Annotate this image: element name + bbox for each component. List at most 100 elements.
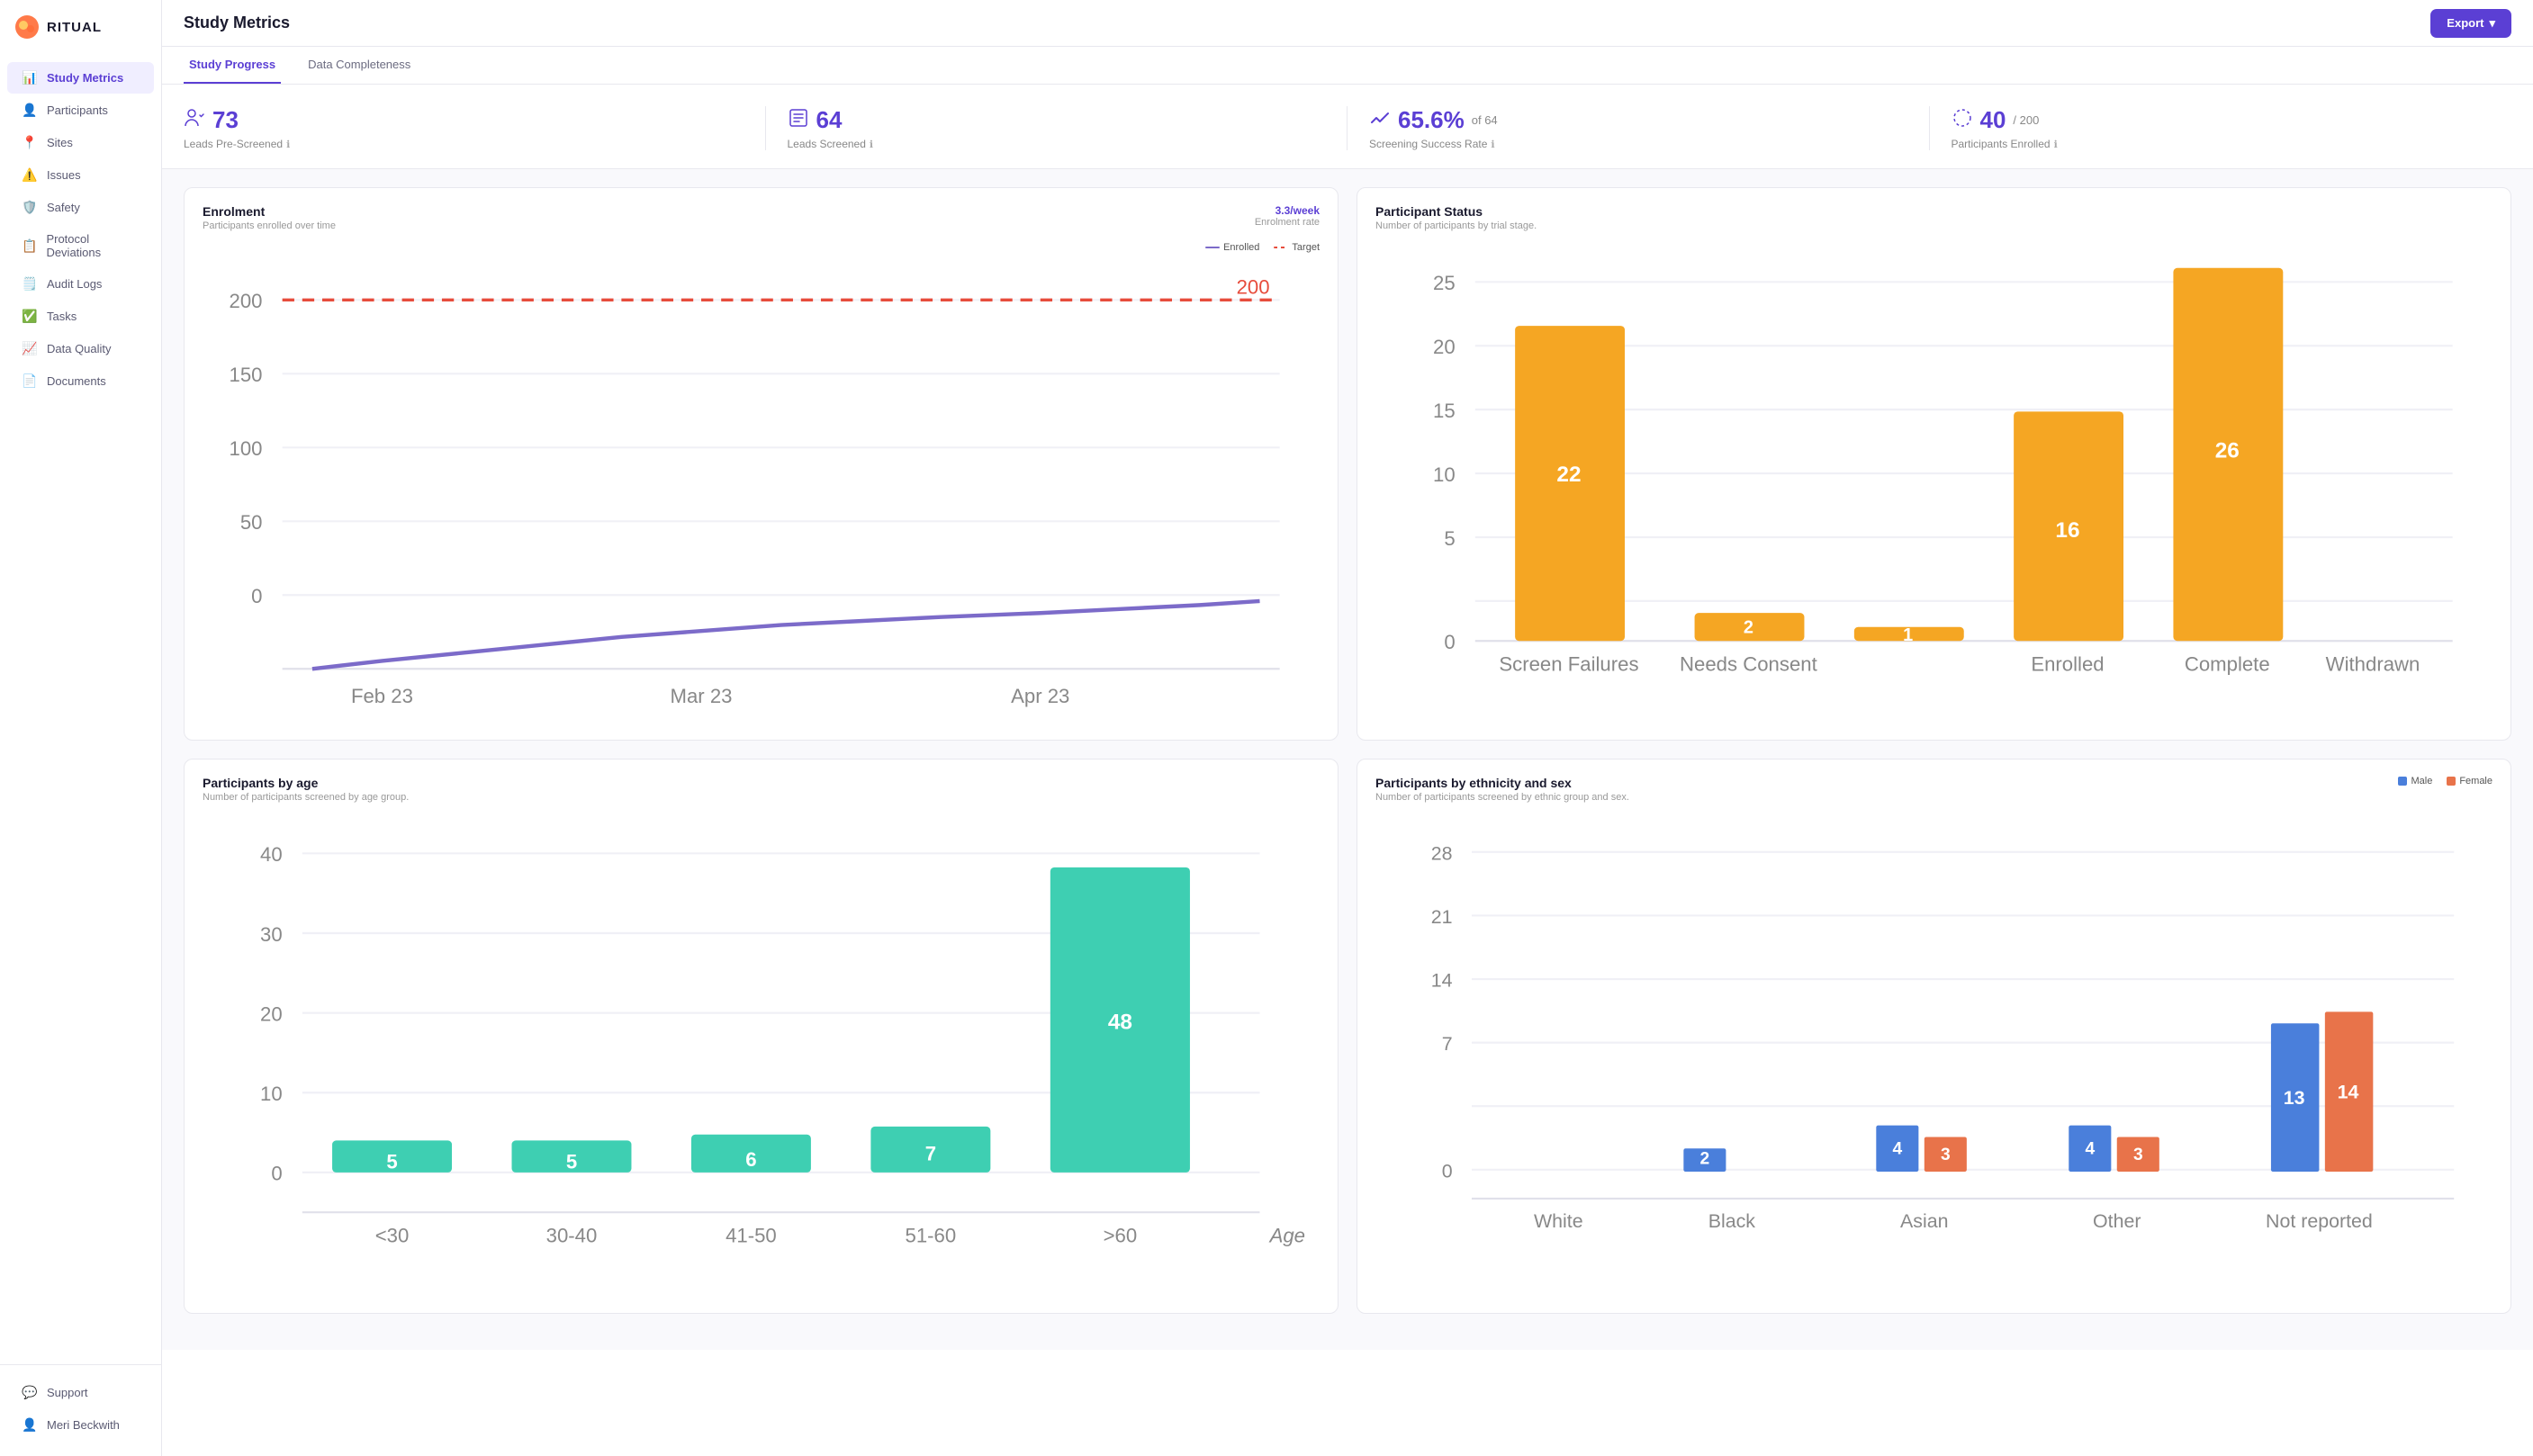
enrolment-rate-label: Enrolment rate [1255, 217, 1320, 228]
svg-text:Mar 23: Mar 23 [671, 685, 733, 707]
sidebar-item-label: Protocol Deviations [46, 232, 140, 259]
logo-area: RITUAL [0, 0, 161, 58]
screened-icon [788, 107, 809, 133]
export-button[interactable]: Export ▾ [2430, 9, 2511, 38]
enrolled-legend-dot [1205, 247, 1220, 248]
svg-text:Screen Failures: Screen Failures [1499, 652, 1638, 675]
tab-data-completeness[interactable]: Data Completeness [302, 47, 416, 84]
svg-text:>60: >60 [1104, 1224, 1138, 1246]
prescreened-info-icon: ℹ [286, 139, 290, 150]
enrolled-label: Participants Enrolled [1952, 138, 2051, 150]
data-quality-icon: 📈 [22, 341, 38, 356]
svg-text:20: 20 [1433, 336, 1456, 358]
svg-text:1: 1 [1903, 625, 1913, 645]
svg-text:30-40: 30-40 [546, 1224, 598, 1246]
issues-icon: ⚠️ [22, 167, 38, 183]
export-chevron-icon: ▾ [2489, 16, 2495, 31]
svg-text:50: 50 [240, 511, 263, 534]
sidebar-item-audit-logs[interactable]: 🗒️ Audit Logs [7, 268, 154, 300]
svg-text:7: 7 [925, 1142, 936, 1164]
svg-text:51-60: 51-60 [906, 1224, 957, 1246]
svg-text:3: 3 [2133, 1146, 2143, 1164]
export-label: Export [2447, 16, 2483, 30]
screened-value: 64 [816, 106, 843, 134]
age-chart-subtitle: Number of participants screened by age g… [203, 792, 1320, 803]
metric-leads-screened: 64 Leads Screened ℹ [766, 106, 1348, 150]
sidebar-footer: 💬 Support 👤 Meri Beckwith [0, 1364, 161, 1456]
sidebar-item-tasks[interactable]: ✅ Tasks [7, 301, 154, 332]
legend-female: Female [2447, 776, 2492, 786]
svg-text:4: 4 [2085, 1139, 2095, 1158]
ethnicity-chart-card: Participants by ethnicity and sex Number… [1357, 759, 2511, 1314]
sidebar-item-issues[interactable]: ⚠️ Issues [7, 159, 154, 191]
sidebar-item-user[interactable]: 👤 Meri Beckwith [7, 1409, 154, 1441]
prescreened-value: 73 [212, 106, 239, 134]
svg-text:0: 0 [1444, 631, 1455, 653]
sidebar-item-support[interactable]: 💬 Support [7, 1377, 154, 1408]
age-chart-title: Participants by age [203, 776, 1320, 790]
enrolment-chart-subtitle: Participants enrolled over time [203, 220, 336, 231]
svg-text:3: 3 [1941, 1146, 1951, 1164]
ethnicity-chart-subtitle: Number of participants screened by ethni… [1375, 792, 1629, 803]
metric-participants-enrolled: 40 / 200 Participants Enrolled ℹ [1930, 106, 2512, 150]
ritual-logo-icon [14, 14, 40, 40]
male-legend-dot [2398, 777, 2407, 786]
svg-text:Age: Age [1268, 1224, 1305, 1246]
svg-text:Complete: Complete [2185, 652, 2270, 675]
svg-text:5: 5 [1444, 527, 1455, 550]
ethnicity-chart-header: Participants by ethnicity and sex Number… [1375, 776, 2492, 803]
prescreened-label: Leads Pre-Screened [184, 138, 283, 150]
sidebar-item-safety[interactable]: 🛡️ Safety [7, 192, 154, 223]
svg-text:Enrolled: Enrolled [2031, 652, 2104, 675]
enrolment-rate-value: 3.3/week [1255, 204, 1320, 217]
svg-text:7: 7 [1442, 1033, 1453, 1055]
logo-text: RITUAL [47, 20, 102, 35]
metric-leads-prescreened: 73 Leads Pre-Screened ℹ [184, 106, 766, 150]
sidebar-item-protocol-deviations[interactable]: 📋 Protocol Deviations [7, 224, 154, 267]
svg-text:5: 5 [386, 1150, 397, 1173]
sidebar-item-label: Safety [47, 201, 80, 214]
svg-text:200: 200 [1237, 276, 1270, 299]
sidebar-item-study-metrics[interactable]: 📊 Study Metrics [7, 62, 154, 94]
sidebar-item-label: Audit Logs [47, 277, 102, 291]
sidebar-item-documents[interactable]: 📄 Documents [7, 365, 154, 397]
support-icon: 💬 [22, 1385, 38, 1400]
svg-text:13: 13 [2284, 1087, 2305, 1109]
svg-text:0: 0 [1442, 1160, 1453, 1182]
svg-text:16: 16 [2055, 518, 2079, 543]
charts-area: Enrolment Participants enrolled over tim… [162, 169, 2533, 1350]
tab-study-progress[interactable]: Study Progress [184, 47, 281, 84]
sidebar-item-sites[interactable]: 📍 Sites [7, 127, 154, 158]
svg-text:Other: Other [2093, 1210, 2141, 1232]
svg-text:4: 4 [1892, 1139, 1902, 1158]
svg-text:Black: Black [1708, 1210, 1756, 1232]
female-legend-label: Female [2459, 776, 2492, 786]
svg-text:Needs Consent: Needs Consent [1680, 652, 1817, 675]
svg-text:40: 40 [260, 843, 283, 866]
sidebar-item-data-quality[interactable]: 📈 Data Quality [7, 333, 154, 364]
ethnicity-legend: Male Female [2398, 776, 2492, 786]
safety-icon: 🛡️ [22, 200, 38, 215]
ethnicity-chart-svg: 28 21 14 7 0 White 2 Black [1375, 813, 2492, 1276]
enrolment-chart-title: Enrolment [203, 204, 336, 219]
legend-male: Male [2398, 776, 2432, 786]
age-chart-header: Participants by age Number of participan… [203, 776, 1320, 803]
svg-text:150: 150 [230, 364, 263, 386]
success-info-icon: ℹ [1491, 139, 1494, 150]
sidebar-footer-support-label: Support [47, 1386, 88, 1399]
svg-text:White: White [1534, 1210, 1583, 1232]
documents-icon: 📄 [22, 373, 38, 389]
sidebar-item-participants[interactable]: 👤 Participants [7, 94, 154, 126]
user-icon: 👤 [22, 1417, 38, 1433]
enrolment-svg: 200 150 100 50 0 200 Feb 23 Mar 23 Apr 2… [203, 260, 1320, 719]
sites-icon: 📍 [22, 135, 38, 150]
participant-status-title: Participant Status [1375, 204, 2492, 219]
svg-text:6: 6 [745, 1148, 756, 1171]
svg-text:28: 28 [1431, 842, 1453, 864]
screened-label: Leads Screened [788, 138, 866, 150]
enrolled-suffix: / 200 [2013, 113, 2039, 127]
main-content: Study Metrics Export ▾ Study Progress Da… [162, 0, 2533, 1456]
ethnicity-chart-title: Participants by ethnicity and sex [1375, 776, 1629, 790]
sidebar-item-label: Participants [47, 103, 108, 117]
tabs-bar: Study Progress Data Completeness [162, 47, 2533, 85]
